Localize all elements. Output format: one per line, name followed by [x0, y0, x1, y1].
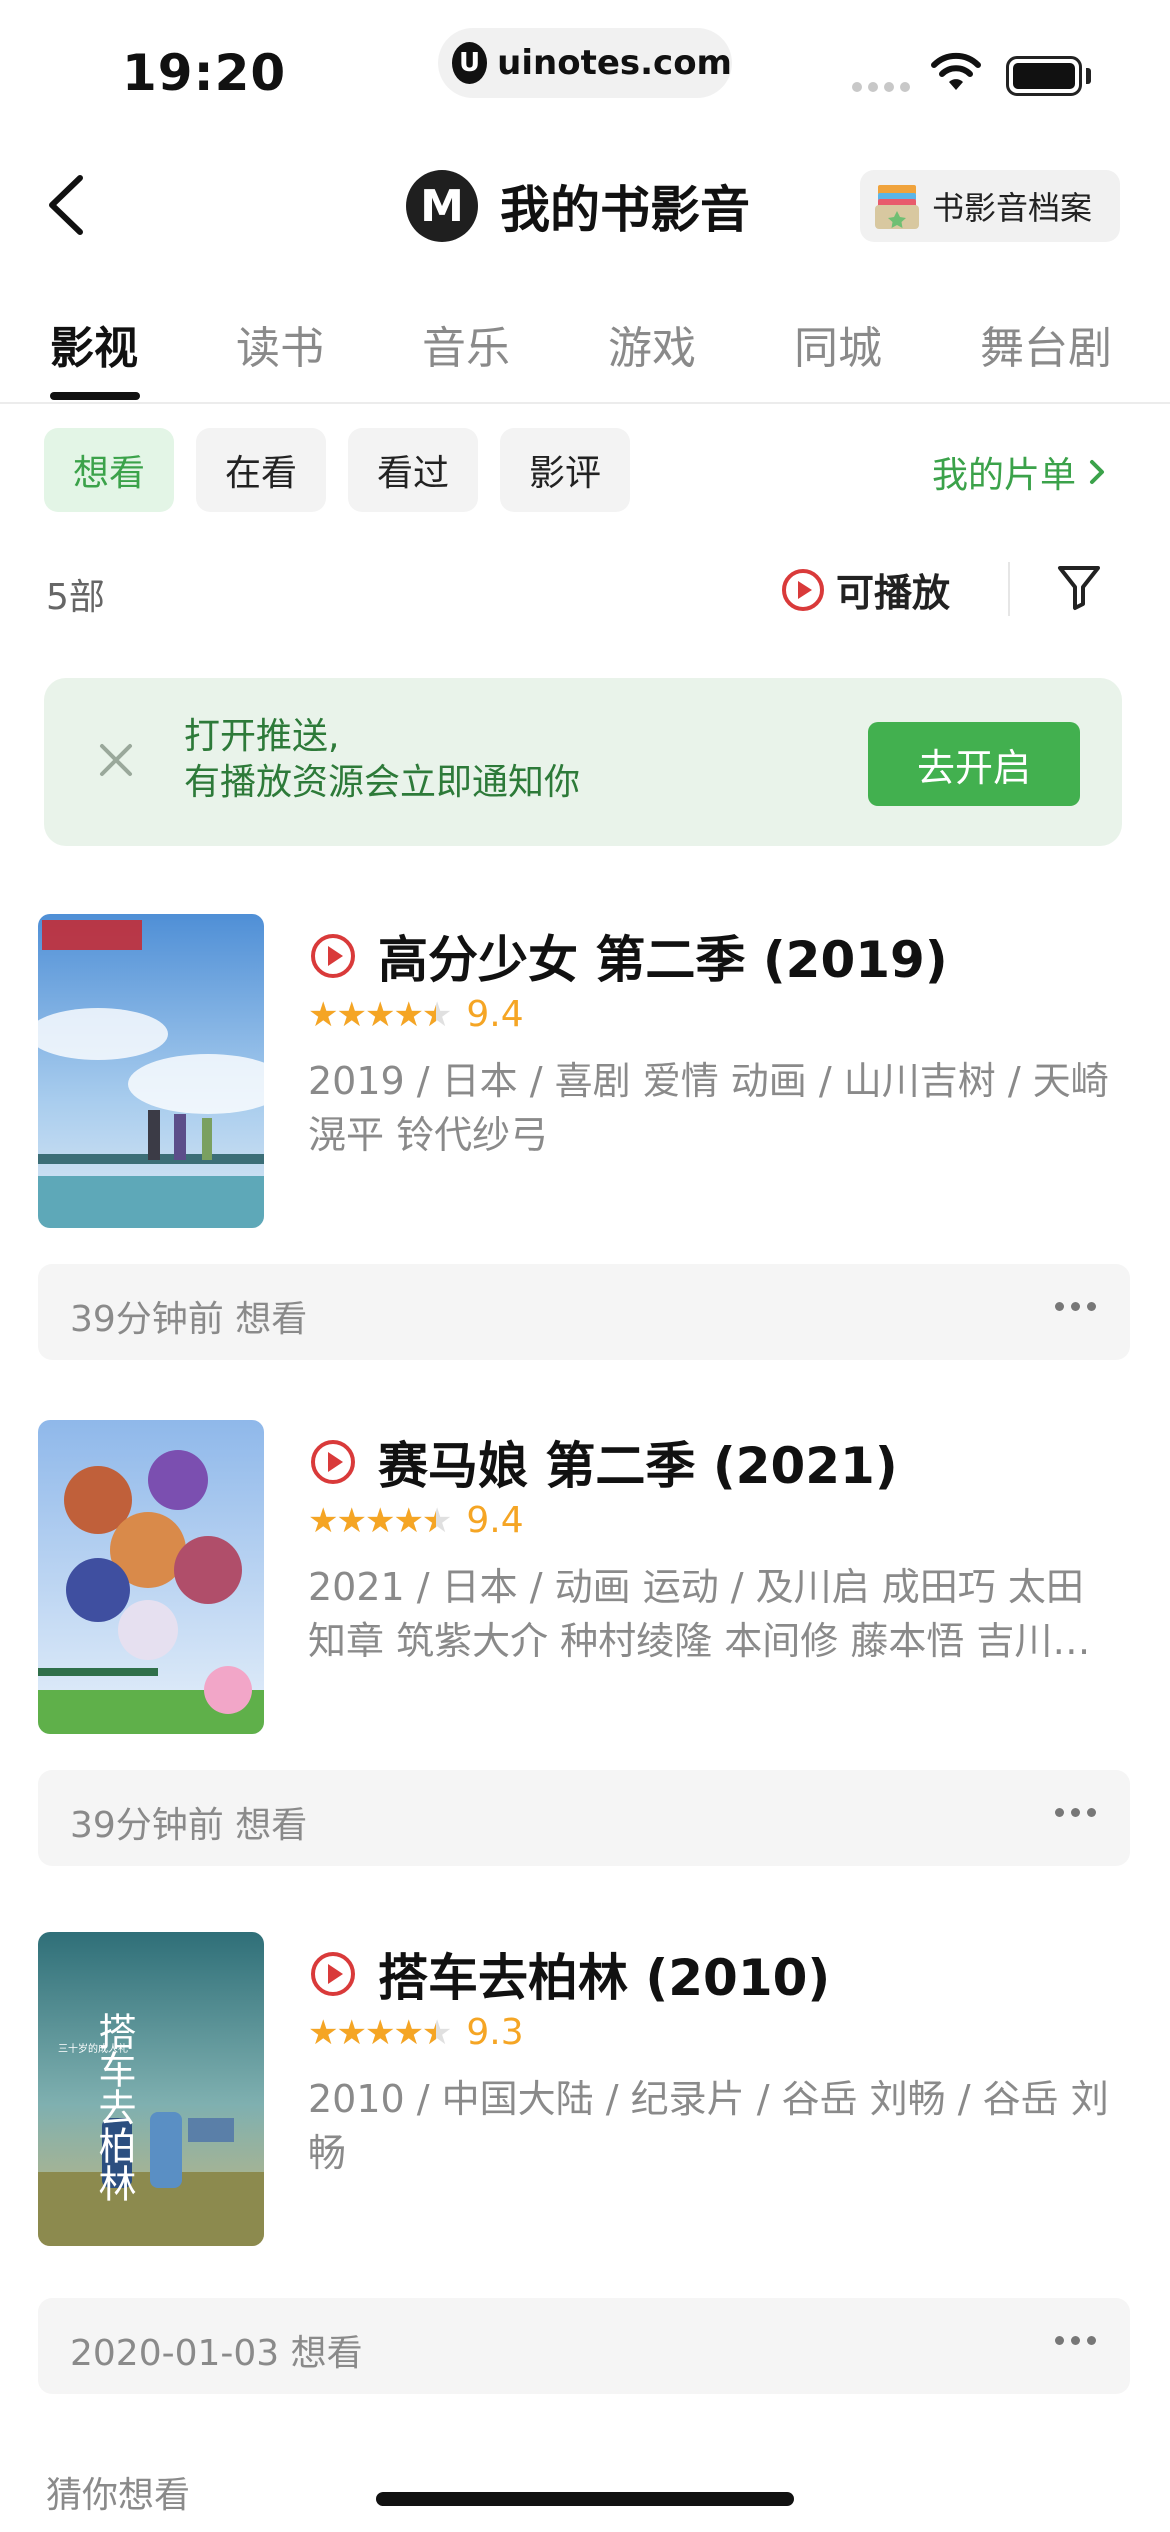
home-indicator[interactable] [376, 2492, 794, 2506]
tab-games[interactable]: 游戏 [608, 312, 696, 376]
playable-filter[interactable]: 可播放 [780, 562, 950, 617]
status-bar: 19:20 U uinotes.com [0, 0, 1170, 140]
poster-subtitle-text: 三十岁的成人礼 [58, 2042, 128, 2055]
enable-push-button[interactable]: 去开启 [868, 722, 1080, 806]
brand-logo-icon: M [406, 170, 478, 242]
item-status: 39分钟前 想看 [70, 1299, 308, 1340]
battery-icon [1006, 56, 1082, 96]
battery-tip [1086, 68, 1091, 84]
push-line-2: 有播放资源会立即通知你 [184, 762, 581, 803]
status-time: 19:20 [122, 44, 287, 102]
item-count: 5部 [46, 577, 105, 618]
cellular-signal-icon [852, 82, 910, 92]
star-rating-icon: ★★★★★★★★★★ [308, 994, 452, 1035]
chevron-left-icon[interactable] [40, 170, 100, 240]
active-tab-indicator [50, 392, 140, 400]
item-meta: 2010 / 中国大陆 / 纪录片 / 谷岳 刘畅 / 谷岳 刘畅 [308, 2077, 1109, 2175]
play-circle-icon [311, 1440, 355, 1484]
filter-want[interactable]: 想看 [44, 428, 174, 512]
archive-button[interactable]: 书影音档案 [860, 170, 1120, 242]
item-action-bar: 39分钟前 想看 [38, 1264, 1130, 1360]
push-line-1: 打开推送, [184, 716, 340, 757]
rating-score: 9.4 [466, 994, 524, 1035]
item-status: 39分钟前 想看 [70, 1805, 308, 1846]
poster-title-text: 搭车去柏林 [92, 2012, 136, 2202]
filter-funnel-icon[interactable] [1056, 562, 1102, 612]
item-status: 2020-01-03 想看 [70, 2333, 363, 2374]
rating: ★★★★★★★★★★ 9.4 [308, 1500, 524, 1541]
recommend-section-title: 猜你想看 [46, 2475, 191, 2516]
item-action-bar: 39分钟前 想看 [38, 1770, 1130, 1866]
filter-watched[interactable]: 看过 [348, 428, 478, 512]
star-rating-icon: ★★★★★★★★★★ [308, 2012, 452, 2053]
poster-image[interactable] [38, 914, 264, 1228]
wifi-icon [931, 52, 981, 90]
tab-music[interactable]: 音乐 [422, 312, 510, 376]
playable-label: 可播放 [836, 571, 951, 615]
item-title-text: 搭车去柏林 (2010) [378, 1949, 831, 2007]
site-logo-icon: U [452, 42, 488, 84]
rating: ★★★★★★★★★★ 9.3 [308, 2012, 524, 2053]
url-pill[interactable]: U uinotes.com [438, 28, 732, 98]
poster-image[interactable] [38, 1420, 264, 1734]
play-circle-icon [311, 1952, 355, 1996]
tab-local[interactable]: 同城 [794, 312, 882, 376]
tab-movies[interactable]: 影视 [50, 312, 138, 376]
star-rating-icon: ★★★★★★★★★★ [308, 1500, 452, 1541]
close-icon[interactable] [94, 738, 138, 782]
more-icon[interactable] [1055, 1808, 1096, 1817]
chevron-right-icon [1090, 460, 1105, 484]
play-circle-icon [782, 568, 824, 611]
item-meta: 2019 / 日本 / 喜剧 爱情 动画 / 山川吉树 / 天崎滉平 铃代纱弓 [308, 1059, 1109, 1157]
item-title[interactable]: 高分少女 第二季 (2019) [308, 920, 948, 992]
page-title: 我的书影音 [500, 181, 750, 239]
url-text: uinotes.com [497, 43, 732, 83]
page-header: M 我的书影音 [406, 170, 750, 242]
item-title-text: 赛马娘 第二季 (2021) [378, 1437, 898, 1495]
my-list-link[interactable]: 我的片单 [932, 446, 1112, 498]
item-action-bar: 2020-01-03 想看 [38, 2298, 1130, 2394]
my-list-label: 我的片单 [932, 455, 1077, 496]
divider [1008, 562, 1010, 616]
push-message: 打开推送, 有播放资源会立即通知你 [184, 714, 580, 806]
poster-image[interactable]: 搭车去柏林 三十岁的成人礼 [38, 1932, 264, 2246]
tab-books[interactable]: 读书 [236, 312, 324, 376]
rating: ★★★★★★★★★★ 9.4 [308, 994, 524, 1035]
filter-watching[interactable]: 在看 [196, 428, 326, 512]
more-icon[interactable] [1055, 1302, 1096, 1311]
item-title[interactable]: 赛马娘 第二季 (2021) [308, 1426, 898, 1498]
rating-score: 9.4 [466, 1500, 524, 1541]
tab-stage[interactable]: 舞台剧 [980, 312, 1112, 376]
item-title[interactable]: 搭车去柏林 (2010) [308, 1938, 830, 2010]
archive-box-icon [875, 185, 919, 229]
archive-label: 书影音档案 [932, 189, 1093, 227]
item-title-text: 高分少女 第二季 (2019) [378, 931, 948, 989]
filter-reviews[interactable]: 影评 [500, 428, 630, 512]
category-tabs: 影视 读书 音乐 游戏 同城 舞台剧 [0, 300, 1170, 404]
more-icon[interactable] [1055, 2336, 1096, 2345]
rating-score: 9.3 [466, 2012, 524, 2053]
item-meta: 2021 / 日本 / 动画 运动 / 及川启 成田巧 太田知章 筑紫大介 种村… [308, 1565, 1084, 1663]
push-notification-banner: 打开推送, 有播放资源会立即通知你 去开启 [44, 678, 1122, 846]
play-circle-icon [311, 934, 355, 978]
